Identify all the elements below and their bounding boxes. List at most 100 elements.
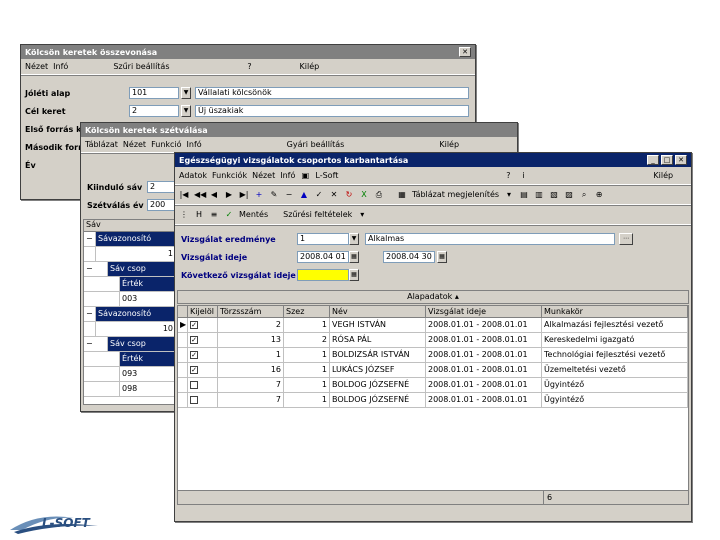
save-button[interactable]: Mentés <box>239 210 268 219</box>
layout-icon[interactable]: ▧ <box>549 190 559 200</box>
info-icon[interactable]: i <box>518 171 528 181</box>
select-cell[interactable]: ✓ <box>188 363 218 377</box>
factory-settings[interactable]: Gyári beállítás <box>287 140 345 149</box>
previous-page-icon[interactable]: ◀◀ <box>194 190 206 200</box>
start-band-input[interactable]: 2 <box>147 181 177 193</box>
select-cell[interactable] <box>188 378 218 392</box>
label-exam-result: Vizsgálat eredménye <box>181 235 276 244</box>
help-icon[interactable]: ? <box>245 62 255 72</box>
chevron-up-icon[interactable]: ▴ <box>455 292 459 301</box>
filter-icon[interactable]: ⋮ <box>179 210 189 220</box>
confirm-icon[interactable]: ✓ <box>314 190 324 200</box>
select-checkbox[interactable]: ✓ <box>190 365 198 374</box>
sez-cell: 2 <box>284 333 330 347</box>
chevron-down-icon[interactable]: ▼ <box>349 233 359 245</box>
delete-icon[interactable]: − <box>284 190 294 200</box>
calendar-icon[interactable]: ▦ <box>437 251 447 263</box>
cancel-icon[interactable]: ✕ <box>329 190 339 200</box>
menu-function[interactable]: Funkció <box>151 140 181 149</box>
search-icon[interactable]: ⌕ <box>579 190 589 200</box>
select-cell[interactable] <box>188 393 218 407</box>
col-id[interactable]: Törzsszám <box>218 306 284 317</box>
move-up-icon[interactable]: ▲ <box>299 190 309 200</box>
select-checkbox[interactable] <box>190 380 198 389</box>
select-checkbox[interactable]: ✓ <box>190 320 198 329</box>
column-icon[interactable]: ≡ <box>209 210 219 220</box>
close-icon[interactable]: ✕ <box>459 47 471 57</box>
close-icon[interactable]: ✕ <box>675 155 687 165</box>
tree-row: − Sávazonosító <box>84 307 176 322</box>
menu-view[interactable]: Nézet <box>123 140 146 149</box>
zoom-icon[interactable]: ⊕ <box>594 190 604 200</box>
refresh-icon[interactable]: ↻ <box>344 190 354 200</box>
menu-data[interactable]: Adatok <box>179 171 207 180</box>
select-checkbox[interactable]: ✓ <box>190 335 198 344</box>
edit-icon[interactable]: ✎ <box>269 190 279 200</box>
filter-settings[interactable]: Szűri beállítás <box>113 62 169 71</box>
print-icon[interactable]: ⎙ <box>374 190 384 200</box>
split-icon[interactable]: H <box>194 210 204 220</box>
select-checkbox[interactable]: ✓ <box>190 350 198 359</box>
layout-icon[interactable]: ▨ <box>564 190 574 200</box>
select-cell[interactable]: ✓ <box>188 318 218 332</box>
table-row[interactable]: ✓ 13 2 RÓSA PÁL 2008.01.01 - 2008.01.01 Keres… <box>178 333 688 348</box>
table-row[interactable]: 7 1 BOLDOG JÓZSEFNÉ 2008.01.01 - 2008.01.01… <box>178 378 688 393</box>
target-frame-code[interactable]: 2 <box>129 105 179 117</box>
col-job[interactable]: Munkakör <box>542 306 688 317</box>
add-icon[interactable]: + <box>254 190 264 200</box>
exam-result-code[interactable]: 1 <box>297 233 349 245</box>
table-row[interactable]: ▶ ✓ 2 1 VEGH ISTVÁN 2008.01.01 - 2008.01.01 Al… <box>178 318 688 333</box>
export-excel-icon[interactable]: X <box>359 190 369 200</box>
menu-view[interactable]: Nézet <box>25 62 48 71</box>
layout-icon[interactable]: ▤ <box>519 190 529 200</box>
chevron-down-icon[interactable]: ▾ <box>504 190 514 200</box>
calendar-icon[interactable]: ▦ <box>349 269 359 281</box>
filter-conditions-button[interactable]: Szűrési feltételek <box>283 210 352 219</box>
exam-date-from[interactable]: 2008.04 01 <box>297 251 349 263</box>
select-cell[interactable]: ✓ <box>188 348 218 362</box>
band-tree: Sáv − Sávazonosító 1 − Sáv csop Érték 003 … <box>83 219 177 405</box>
col-select[interactable]: Kijelöl <box>188 306 218 317</box>
table-row[interactable]: ✓ 16 1 LUKÁCS JÓZSEF 2008.01.01 - 2008.01.01… <box>178 363 688 378</box>
col-name[interactable]: Név <box>330 306 426 317</box>
menu-info[interactable]: Infó <box>280 171 295 180</box>
table-row[interactable]: 7 1 BOLDOG JÓZSEFNÉ 2008.01.01 - 2008.01.01… <box>178 393 688 408</box>
next-exam-date[interactable] <box>297 269 349 281</box>
layout-icon[interactable]: ▥ <box>534 190 544 200</box>
previous-record-icon[interactable]: ◀ <box>209 190 219 200</box>
maximize-icon[interactable]: □ <box>661 155 673 165</box>
exit-button[interactable]: Kilép <box>300 62 320 71</box>
job-cell: Üzemeltetési vezető <box>542 363 688 377</box>
tree-root: Sáv <box>84 220 176 232</box>
col-sez[interactable]: Szez <box>284 306 330 317</box>
first-record-icon[interactable]: |◀ <box>179 190 189 200</box>
menu-functions[interactable]: Funkciók <box>212 171 247 180</box>
help-icon[interactable]: ? <box>503 171 513 181</box>
row-indicator <box>178 348 188 362</box>
exit-button[interactable]: Kilép <box>653 171 673 180</box>
calendar-icon[interactable]: ▦ <box>349 251 359 263</box>
next-record-icon[interactable]: ▶ <box>224 190 234 200</box>
select-checkbox[interactable] <box>190 395 198 404</box>
table-display-dropdown[interactable]: Táblázat megjelenítés <box>412 190 499 199</box>
lookup-icon[interactable]: ⋯ <box>619 233 633 245</box>
table-row[interactable]: ✓ 1 1 BOLDIZSÁR ISTVÁN 2008.01.01 - 2008.01.… <box>178 348 688 363</box>
menu-lsoft[interactable]: L-Soft <box>315 171 338 180</box>
dropdown-icon[interactable]: ▼ <box>181 105 191 117</box>
window-title: Kölcsön keretek szétválása <box>85 125 208 135</box>
last-record-icon[interactable]: ▶| <box>239 190 249 200</box>
select-cell[interactable]: ✓ <box>188 333 218 347</box>
record-count: 6 <box>547 493 553 502</box>
chevron-down-icon[interactable]: ▾ <box>357 210 367 220</box>
minimize-icon[interactable]: _ <box>647 155 659 165</box>
exam-date-to[interactable]: 2008.04 30 <box>383 251 435 263</box>
menu-info[interactable]: Infó <box>53 62 68 71</box>
col-exam-date[interactable]: Vizsgálat ideje <box>426 306 542 317</box>
welfare-fund-code[interactable]: 101 <box>129 87 179 99</box>
dropdown-icon[interactable]: ▼ <box>181 87 191 99</box>
menu-view[interactable]: Nézet <box>252 171 275 180</box>
split-year-input[interactable]: 200 <box>147 199 177 211</box>
exit-button[interactable]: Kilép <box>439 140 459 149</box>
menu-table[interactable]: Táblázat <box>85 140 118 149</box>
menu-info[interactable]: Infó <box>187 140 202 149</box>
